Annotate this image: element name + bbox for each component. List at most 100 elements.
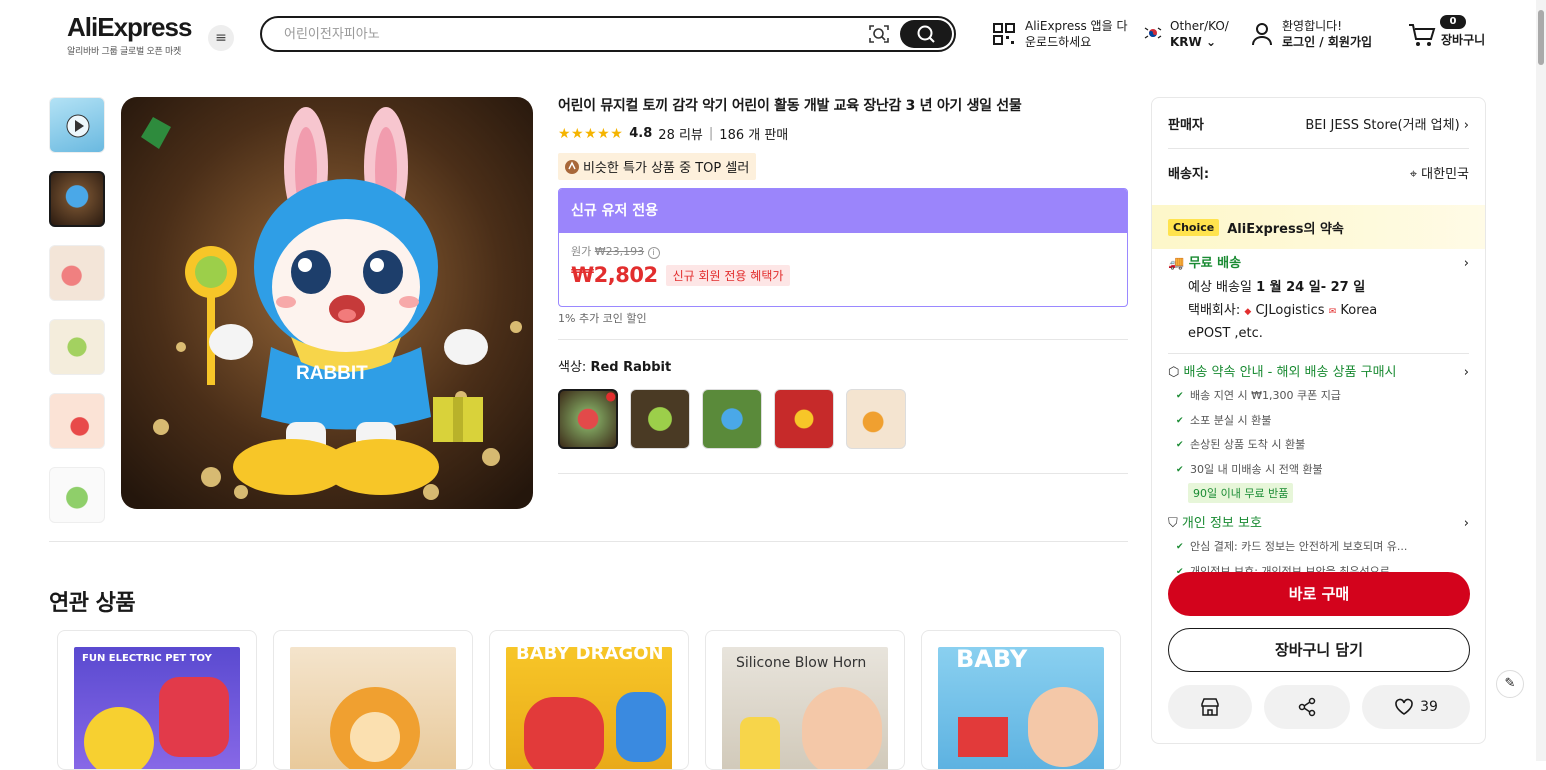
color-option-red-rabbit[interactable]: ● [558,389,618,449]
seller-label: 판매자 [1168,117,1204,133]
info-icon[interactable]: i [647,247,660,259]
epost-logo-icon: ✉ [1328,307,1337,317]
thumbnail-image-5[interactable] [49,467,105,523]
shipping-section: 🚚 무료 배송 › 예상 배송일 1 월 24 일- 27 일 택배회사: ◆ C… [1152,253,1485,345]
medal-icon [565,159,579,174]
page-scrollbar[interactable] [1536,0,1546,761]
scrollbar-thumb[interactable] [1538,10,1544,65]
divider [49,541,1128,542]
promise-list: 배송 지연 시 ₩1,300 쿠폰 지급 소포 분실 시 환불 손상된 상품 도… [1152,384,1485,503]
menu-icon[interactable]: ≡ [208,25,234,51]
cart-count-badge: 0 [1440,15,1466,29]
color-option-3[interactable] [702,389,762,449]
choice-title: AliExpress의 약속 [1227,221,1344,237]
delivery-promise-title: 배송 약속 안내 - 해외 배송 상품 구매시 [1183,365,1397,380]
promise-item: 소포 분실 시 환불 [1168,409,1469,434]
seller-name: BEI JESS Store(거래 업체) [1305,117,1460,133]
privacy-row[interactable]: ⛉ 개인 정보 보호 › [1168,513,1469,535]
heart-icon [1395,698,1413,715]
related-product-card[interactable] [273,630,473,770]
review-count[interactable]: 28 리뷰 [658,124,703,143]
sale-price: ₩2,802 [571,263,658,287]
coin-discount: 1% 추가 코인 할인 [558,312,647,325]
related-product-card[interactable]: BABY [921,630,1121,770]
thumbnail-video[interactable] [49,97,105,153]
free-return-badge: 90일 이내 무료 반품 [1188,483,1294,503]
color-option-5[interactable] [846,389,906,449]
thumbnail-image-3[interactable] [49,319,105,375]
aliexpress-logo[interactable]: AliExpress 알리바바 그룹 글로벌 오픈 마켓 [67,12,192,57]
share-icon [1298,697,1316,717]
related-product-card[interactable]: Silicone Blow Horn [705,630,905,770]
cart-label[interactable]: 장바구니 [1441,32,1485,48]
rating-value: 4.8 [629,126,653,141]
color-option-4[interactable] [774,389,834,449]
rating-row: ★★★★★ 4.8 28 리뷰 | 186 개 판매 [558,124,1128,144]
wishlist-button[interactable]: 39 [1362,685,1470,729]
buy-now-button[interactable]: 바로 구매 [1168,572,1470,616]
image-search-icon[interactable] [868,23,890,45]
delivery-promise-row[interactable]: ⬡ 배송 약속 안내 - 해외 배송 상품 구매시 › [1168,362,1469,384]
card-image-text: BABY DRAGON [516,647,664,664]
region-currency-selector[interactable]: Other/KO/ KRW ⌄ [1170,18,1229,50]
purchase-panel: 판매자 BEI JESS Store(거래 업체) › 배송지: ⌖ 대한민국 … [1151,97,1486,744]
seller-row[interactable]: 판매자 BEI JESS Store(거래 업체) › [1152,98,1485,148]
header: AliExpress 알리바바 그룹 글로벌 오픈 마켓 ≡ AliExpres… [0,0,1546,72]
card-image-text: FUN ELECTRIC PET TOY [82,653,212,664]
truck-icon: 🚚 [1168,256,1185,271]
price-header: 신규 유저 전용 [559,189,1127,233]
original-price-row: 원가 ₩23,193 i [571,243,1115,259]
account-link[interactable]: 환영합니다! 로그인 / 회원가입 [1282,18,1372,50]
sold-count: 186 개 판매 [719,128,789,143]
color-option-2[interactable] [630,389,690,449]
color-label: 색상: [558,360,587,375]
chevron-right-icon: › [1463,117,1469,133]
welcome-text: 환영합니다! [1282,19,1343,33]
rabbit-toy-illustration: RABBIT [121,97,533,509]
promise-item: 손상된 상품 도착 시 환불 [1168,433,1469,458]
search-button[interactable] [900,20,952,48]
location-pin-icon: ⌖ [1409,166,1418,182]
login-text: 로그인 / 회원가입 [1282,35,1373,49]
color-label-row: 색상: Red Rabbit [558,356,1128,375]
free-shipping-row[interactable]: 🚚 무료 배송 › [1168,253,1469,275]
logo-subtitle: 알리바바 그룹 글로벌 오픈 마켓 [67,47,181,57]
product-title: 어린이 뮤지컬 토끼 감각 악기 어린이 활동 개발 교육 장난감 3 년 아기… [558,98,1022,114]
add-to-cart-button[interactable]: 장바구니 담기 [1168,628,1470,672]
search-input[interactable] [284,24,844,44]
download-app-link[interactable]: AliExpress 앱을 다 운로드하세요 [1025,18,1127,50]
cj-logo-icon: ◆ [1244,307,1252,317]
share-button[interactable] [1264,685,1350,729]
top-seller-text: 비슷한 특가 상품 중 TOP 셀러 [583,161,750,176]
courier-epost: ePOST ,etc. [1188,326,1263,341]
edit-feedback-icon[interactable]: ✎ [1496,670,1524,698]
eta-row: 예상 배송일 1 월 24 일- 27 일 [1168,275,1469,300]
search-icon [917,25,935,43]
shield-check-icon: ⛉ [1168,516,1178,531]
privacy-title: 개인 정보 보호 [1181,516,1262,531]
divider [558,339,1128,340]
privacy-section: ⛉ 개인 정보 보호 › [1152,513,1485,535]
original-price: ₩23,193 [594,245,645,258]
color-value: Red Rabbit [590,360,672,375]
store-button[interactable] [1168,685,1252,729]
shield-icon: ⬡ [1168,365,1180,380]
cart-icon[interactable] [1408,22,1436,48]
product-main-image[interactable]: RABBIT [121,97,533,509]
courier-label: 택배회사: [1188,303,1241,318]
chevron-right-icon: › [1463,516,1469,531]
korea-flag-icon [1143,26,1163,40]
thumbnail-image-4[interactable] [49,393,105,449]
thumbnail-image-2[interactable] [49,245,105,301]
thumbnail-image-1[interactable] [49,171,105,227]
price-box: 신규 유저 전용 원가 ₩23,193 i ₩2,802 신규 회원 전용 혜택… [558,188,1128,307]
ship-to-value: 대한민국 [1421,166,1469,182]
courier-cj: CJLogistics [1255,303,1325,318]
ship-to-row[interactable]: 배송지: ⌖ 대한민국 [1152,149,1485,195]
store-icon [1201,698,1219,716]
user-icon[interactable] [1250,21,1274,47]
product-info: 어린이 뮤지컬 토끼 감각 악기 어린이 활동 개발 교육 장난감 3 년 아기… [558,97,1128,474]
related-product-card[interactable]: BABY DRAGON [489,630,689,770]
related-product-card[interactable]: FUN ELECTRIC PET TOY [57,630,257,770]
qr-code-icon[interactable] [992,22,1016,46]
